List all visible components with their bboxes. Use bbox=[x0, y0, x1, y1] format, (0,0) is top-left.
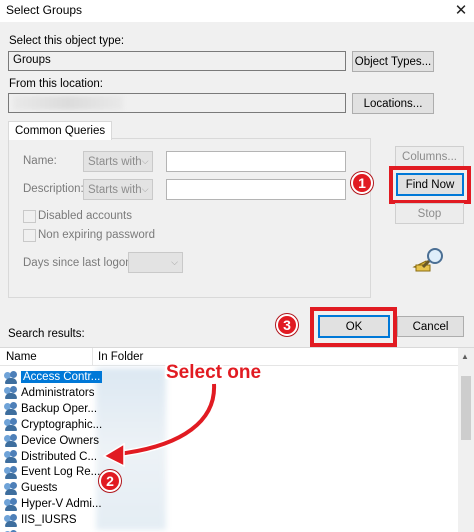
list-item[interactable]: Event Log Re... bbox=[4, 464, 100, 480]
stop-button[interactable]: Stop bbox=[395, 203, 464, 224]
column-header-name[interactable]: Name bbox=[6, 351, 37, 363]
name-label: Name: bbox=[23, 155, 57, 167]
scrollbar-thumb[interactable] bbox=[461, 376, 471, 440]
list-item-label: IIS_IUSRS bbox=[21, 514, 77, 527]
list-item[interactable]: Hyper-V Admi... bbox=[4, 496, 102, 512]
list-item[interactable]: Cryptographic... bbox=[4, 417, 102, 433]
group-icon bbox=[4, 497, 19, 511]
group-icon bbox=[4, 418, 19, 432]
disabled-accounts-checkbox[interactable] bbox=[23, 210, 36, 223]
list-item[interactable]: Administrators bbox=[4, 385, 95, 401]
description-label: Description: bbox=[23, 183, 84, 195]
chevron-down-icon: ⌵ bbox=[171, 257, 178, 267]
group-icon bbox=[4, 386, 19, 400]
object-type-field: Groups bbox=[8, 51, 346, 71]
group-icon bbox=[4, 481, 19, 495]
non-expiring-label: Non expiring password bbox=[38, 229, 155, 241]
step-1-badge: 1 bbox=[351, 172, 373, 194]
list-item-label: Administrators bbox=[21, 386, 95, 399]
search-results-label: Search results: bbox=[8, 328, 85, 340]
location-redacted bbox=[13, 96, 123, 110]
name-input[interactable] bbox=[166, 151, 346, 172]
non-expiring-checkbox[interactable] bbox=[23, 229, 36, 242]
list-item[interactable]: Distributed C... bbox=[4, 449, 97, 465]
list-item[interactable]: Backup Oper... bbox=[4, 401, 97, 417]
description-input[interactable] bbox=[166, 179, 346, 200]
group-icon bbox=[4, 465, 19, 479]
object-type-label: Select this object type: bbox=[9, 35, 125, 47]
disabled-accounts-label: Disabled accounts bbox=[38, 210, 132, 222]
location-field bbox=[8, 93, 346, 113]
group-icon bbox=[4, 450, 19, 463]
list-item-label: Device Owners bbox=[21, 434, 99, 447]
days-since-logon-select[interactable]: ⌵ bbox=[128, 252, 183, 273]
list-item-label: Event Log Re... bbox=[21, 466, 101, 479]
chevron-down-icon: ⌵ bbox=[141, 156, 149, 166]
days-since-logon-label: Days since last logon: bbox=[23, 257, 135, 269]
column-divider[interactable] bbox=[92, 348, 93, 365]
list-item-label: Distributed C... bbox=[21, 450, 98, 463]
list-item[interactable]: Access Contr... bbox=[4, 369, 103, 385]
list-item-label: Hyper-V Admi... bbox=[21, 498, 102, 511]
scroll-up-icon[interactable]: ▲ bbox=[461, 352, 469, 361]
group-icon bbox=[4, 434, 19, 448]
group-icon bbox=[4, 370, 19, 384]
list-item-label: Access Contr... bbox=[21, 371, 103, 383]
list-item[interactable]: IIS_IUSRS bbox=[4, 512, 77, 528]
close-icon[interactable]: ✕ bbox=[450, 1, 472, 21]
description-mode-value: Starts with bbox=[88, 183, 142, 196]
object-types-button[interactable]: Object Types... bbox=[352, 51, 434, 72]
list-item-label: Cryptographic... bbox=[21, 418, 103, 431]
cancel-button[interactable]: Cancel bbox=[397, 316, 464, 337]
location-label: From this location: bbox=[9, 78, 103, 90]
list-item[interactable]: Guests bbox=[4, 480, 57, 496]
group-icon bbox=[4, 402, 19, 416]
list-item[interactable]: ... bbox=[4, 528, 31, 532]
step-3-badge: 3 bbox=[276, 314, 298, 336]
list-item-label: Guests bbox=[21, 482, 58, 495]
ok-button[interactable]: OK bbox=[318, 315, 390, 338]
columns-button[interactable]: Columns... bbox=[395, 146, 464, 167]
column-header-in-folder[interactable]: In Folder bbox=[98, 351, 143, 363]
chevron-down-icon: ⌵ bbox=[141, 184, 149, 194]
search-animation-icon bbox=[412, 248, 443, 272]
description-mode-select[interactable]: Starts with ⌵ bbox=[83, 179, 153, 200]
list-item-label: Backup Oper... bbox=[21, 402, 98, 415]
list-item[interactable]: Device Owners bbox=[4, 433, 99, 449]
locations-button[interactable]: Locations... bbox=[352, 93, 434, 114]
name-mode-select[interactable]: Starts with ⌵ bbox=[83, 151, 153, 172]
tab-common-queries[interactable]: Common Queries bbox=[8, 121, 113, 140]
find-now-button[interactable]: Find Now bbox=[396, 173, 464, 196]
name-mode-value: Starts with bbox=[88, 155, 142, 168]
window-title: Select Groups bbox=[6, 3, 83, 17]
select-arrow-icon bbox=[102, 383, 218, 468]
group-icon bbox=[4, 513, 19, 527]
step-2-badge: 2 bbox=[99, 470, 121, 492]
